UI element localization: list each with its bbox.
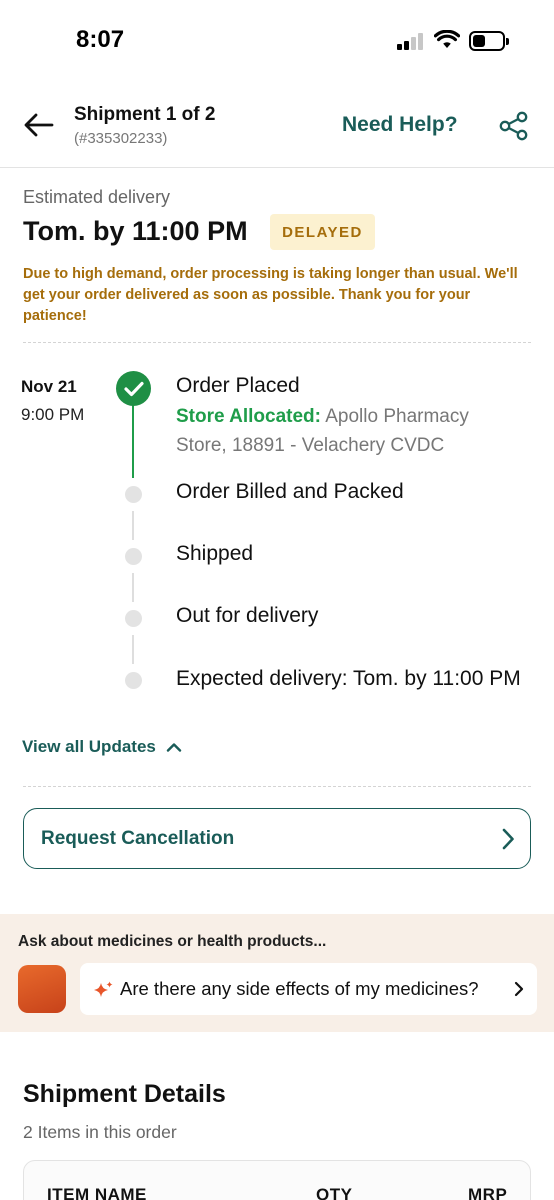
store-allocated-label: Store Allocated: bbox=[176, 406, 321, 427]
store-allocated: Store Allocated: Apollo Pharmacy Store, … bbox=[176, 402, 516, 460]
ask-question-text: Are there any side effects of my medicin… bbox=[120, 978, 479, 999]
delayed-badge: DELAYED bbox=[270, 214, 375, 250]
timeline-step-out-for-delivery: Out for delivery bbox=[176, 604, 319, 627]
shipment-title: Shipment 1 of 2 bbox=[74, 104, 216, 125]
timeline-time: 9:00 PM bbox=[21, 405, 85, 424]
check-icon bbox=[116, 371, 151, 406]
estimated-delivery-value: Tom. by 11:00 PM bbox=[23, 216, 248, 246]
request-cancellation-button[interactable]: Request Cancellation bbox=[23, 808, 531, 869]
shipment-details-title: Shipment Details bbox=[23, 1080, 226, 1108]
ask-question-chip[interactable]: Are there any side effects of my medicin… bbox=[80, 963, 537, 1015]
need-help-link[interactable]: Need Help? bbox=[342, 113, 458, 137]
timeline-step-shipped: Shipped bbox=[176, 542, 254, 565]
column-header-qty: QTY bbox=[316, 1185, 353, 1200]
timeline-date: Nov 21 bbox=[21, 377, 77, 396]
timeline-connector bbox=[132, 635, 134, 664]
status-time: 8:07 bbox=[76, 26, 125, 53]
column-header-item-name: ITEM NAME bbox=[47, 1185, 147, 1200]
ask-assistant-label: Ask about medicines or health products..… bbox=[18, 933, 327, 950]
wifi-icon bbox=[434, 30, 460, 48]
timeline-dot bbox=[125, 486, 142, 503]
delay-message: Due to high demand, order processing is … bbox=[23, 266, 518, 324]
timeline-step-billed-packed: Order Billed and Packed bbox=[176, 480, 404, 503]
items-table: ITEM NAME QTY MRP bbox=[23, 1160, 531, 1200]
timeline-step-order-placed: Order Placed bbox=[176, 374, 300, 397]
chevron-right-icon bbox=[502, 828, 514, 850]
timeline-dot bbox=[125, 610, 142, 627]
cellular-signal-icon bbox=[397, 32, 427, 50]
timeline-progress-line bbox=[132, 404, 134, 478]
timeline-dot bbox=[125, 672, 142, 689]
share-icon[interactable] bbox=[498, 110, 530, 142]
view-all-updates-link[interactable]: View all Updates bbox=[22, 737, 182, 757]
divider bbox=[23, 786, 531, 787]
chevron-right-icon bbox=[514, 981, 524, 997]
timeline-connector bbox=[132, 573, 134, 602]
items-count: 2 Items in this order bbox=[23, 1122, 177, 1142]
column-header-mrp: MRP bbox=[468, 1185, 508, 1200]
sparkle-icon bbox=[94, 981, 113, 997]
chevron-up-icon bbox=[166, 743, 182, 752]
estimated-delivery-label: Estimated delivery bbox=[23, 187, 171, 207]
timeline-connector bbox=[132, 511, 134, 540]
view-all-updates-label: View all Updates bbox=[22, 737, 156, 756]
battery-icon bbox=[469, 31, 509, 51]
back-arrow-icon[interactable] bbox=[22, 110, 56, 140]
app-header: Shipment 1 of 2 (#335302233) Need Help? bbox=[0, 80, 554, 168]
divider bbox=[23, 342, 531, 343]
request-cancellation-label: Request Cancellation bbox=[41, 828, 235, 849]
timeline-step-expected-delivery: Expected delivery: Tom. by 11:00 PM bbox=[176, 667, 521, 690]
order-number: (#335302233) bbox=[74, 130, 168, 147]
assistant-logo-icon[interactable] bbox=[18, 965, 66, 1013]
ask-assistant-section: Ask about medicines or health products..… bbox=[0, 914, 554, 1032]
status-bar: 8:07 bbox=[0, 0, 554, 80]
timeline-dot bbox=[125, 548, 142, 565]
